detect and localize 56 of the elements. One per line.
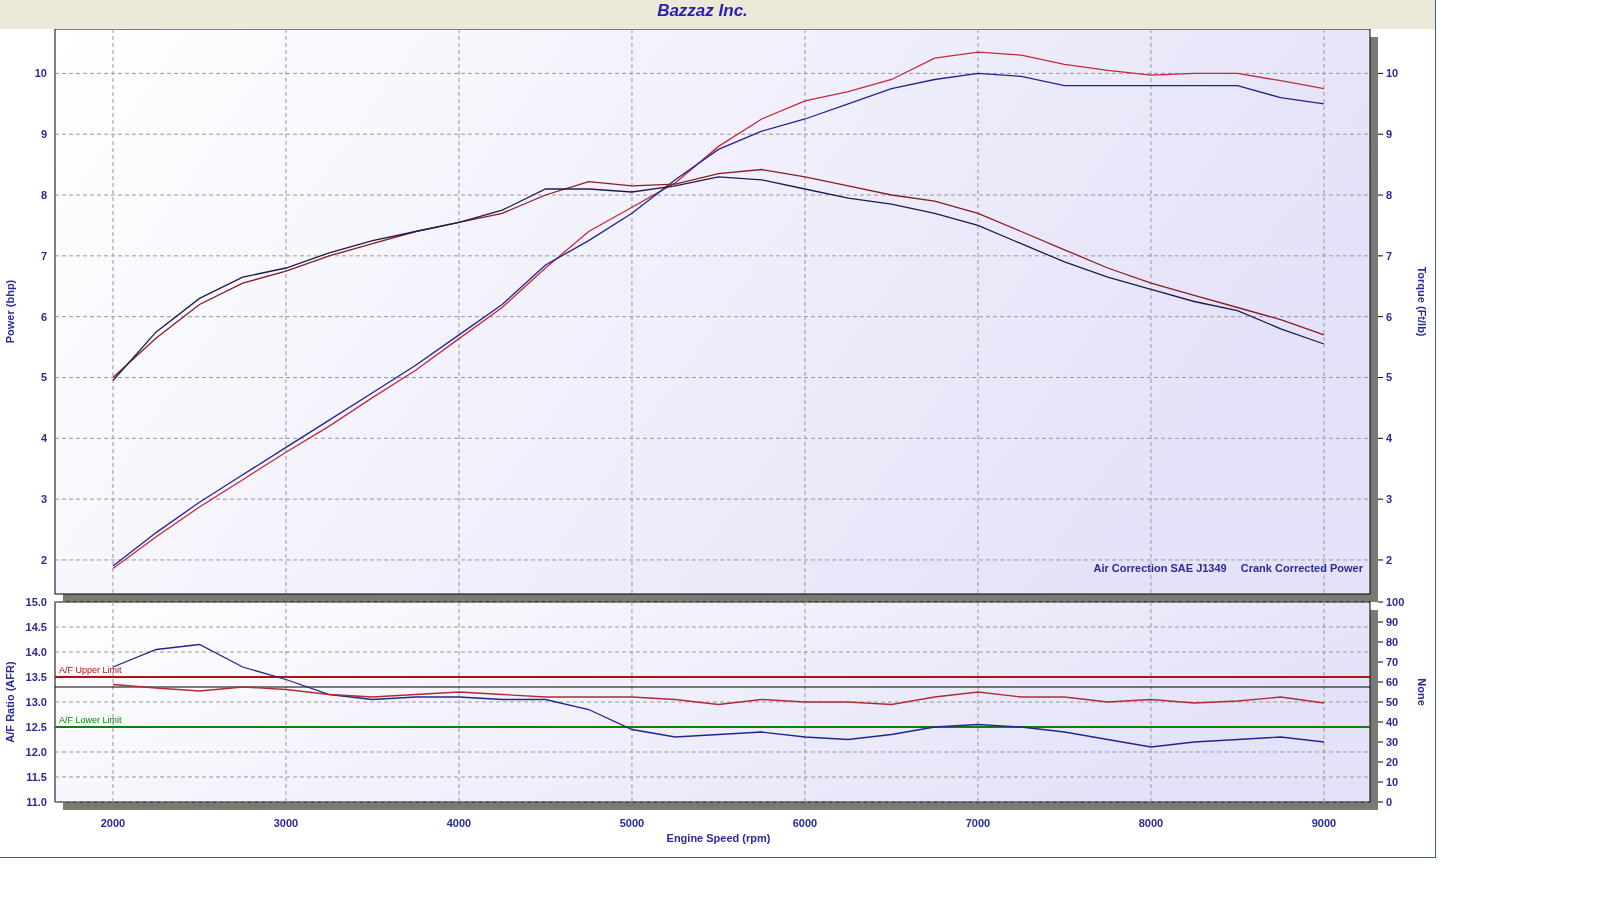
axis-tick-label: 4	[40, 432, 47, 445]
axis-tick-label: 90	[1386, 616, 1399, 628]
axis-tick-label: 15.0	[25, 596, 47, 608]
axis-tick-label: 3000	[273, 817, 299, 829]
axis-tick-label: 3	[1386, 493, 1393, 506]
axis-tick-label: 20	[1386, 756, 1399, 768]
axis-tick-label: 8000	[1138, 817, 1164, 829]
axis-tick-label: 8	[1386, 189, 1393, 202]
axis-title: Engine Speed (rpm)	[666, 832, 771, 844]
axis-tick-label: 100	[1386, 596, 1405, 608]
axis-tick-label: 10	[1386, 776, 1399, 788]
axis-tick-label: 2000	[100, 817, 126, 829]
axis-title: None	[1416, 678, 1428, 706]
axis-title: Power (bhp)	[4, 279, 16, 344]
axis-tick-label: 6	[1386, 310, 1393, 323]
axis-tick-label: 10	[1386, 67, 1399, 80]
axis-tick-label: 9	[1386, 128, 1393, 141]
axis-tick-label: 8	[40, 189, 47, 202]
axis-tick-label: 7	[1386, 249, 1393, 262]
axis-tick-label: 7	[40, 249, 47, 262]
limit-label: A/F Lower Limit	[59, 715, 122, 725]
axis-tick-label: 4	[1386, 432, 1393, 445]
axis-tick-label: 2	[1386, 553, 1393, 566]
axis-tick-label: 80	[1386, 636, 1399, 648]
axis-tick-label: 11.0	[26, 796, 47, 808]
axis-tick-label: 5000	[619, 817, 645, 829]
axis-tick-label: 14.5	[25, 621, 47, 633]
axis-tick-label: 12.5	[25, 721, 47, 733]
axis-tick-label: 11.5	[26, 771, 47, 783]
axis-tick-label: 5	[1386, 371, 1393, 384]
axis-title: Torque (Ft/lb)	[1416, 266, 1428, 337]
axis-tick-label: 3	[40, 493, 47, 506]
axis-title: A/F Ratio (AFR)	[4, 661, 16, 743]
axis-tick-label: 2	[40, 553, 47, 566]
axis-tick-label: 9	[40, 128, 47, 141]
axis-tick-label: 40	[1386, 716, 1399, 728]
axis-tick-label: 13.0	[25, 696, 47, 708]
axis-tick-label: 10	[34, 67, 47, 80]
axis-tick-label: 0	[1386, 796, 1393, 808]
axis-tick-label: 5	[40, 371, 47, 384]
axis-tick-label: 70	[1386, 656, 1399, 668]
chart-title: Bazzaz Inc.	[657, 1, 748, 21]
axis-tick-label: 60	[1386, 676, 1399, 688]
axis-tick-label: 30	[1386, 736, 1399, 748]
axis-tick-label: 50	[1386, 696, 1399, 708]
axis-tick-label: 9000	[1311, 817, 1337, 829]
axis-tick-label: 14.0	[25, 646, 47, 658]
axis-tick-label: 6000	[792, 817, 818, 829]
chart-note: Crank Corrected Power	[1240, 562, 1363, 574]
axis-tick-label: 6	[40, 310, 47, 323]
axis-tick-label: 4000	[446, 817, 472, 829]
axis-tick-label: 7000	[965, 817, 991, 829]
axis-tick-label: 12.0	[25, 746, 47, 758]
chart-note: Air Correction SAE J1349	[1093, 562, 1227, 574]
limit-label: A/F Upper Limit	[59, 665, 122, 675]
axis-tick-label: 13.5	[25, 671, 47, 683]
